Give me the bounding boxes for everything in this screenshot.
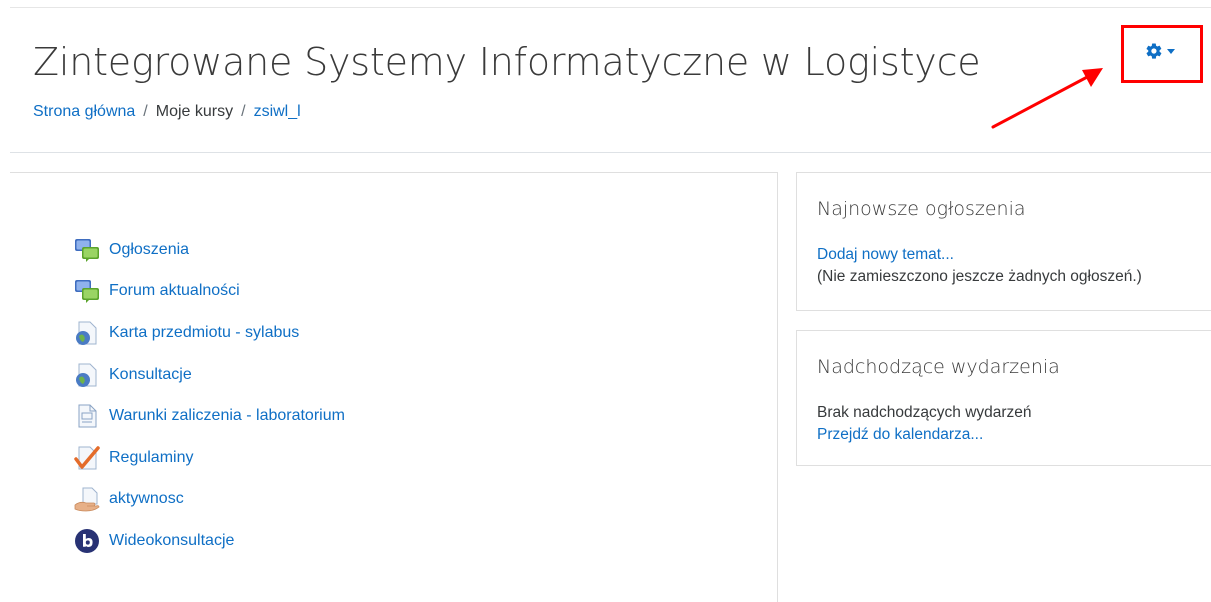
- course-settings-menu-button[interactable]: [1145, 37, 1175, 65]
- activity-link-aktywnosc[interactable]: aktywnosc: [109, 490, 184, 508]
- activity-item: Warunki zaliczenia - laboratorium: [74, 395, 345, 437]
- forum-icon: [74, 237, 100, 263]
- gear-icon: [1146, 43, 1162, 59]
- activity-link-ogloszenia[interactable]: Ogłoszenia: [109, 241, 189, 259]
- news-block: Najnowsze ogłoszenia Dodaj nowy temat...…: [796, 172, 1211, 311]
- activity-list: Ogłoszenia Forum aktualności Karta przed…: [74, 229, 345, 562]
- activity-link-wideokonsultacje[interactable]: Wideokonsultacje: [109, 532, 234, 550]
- activity-link-forum-aktualnosci[interactable]: Forum aktualności: [109, 282, 240, 300]
- activity-item: Konsultacje: [74, 354, 345, 396]
- activity-link-regulaminy[interactable]: Regulaminy: [109, 449, 193, 467]
- url-globe-icon: [74, 362, 100, 388]
- events-empty-text: Brak nadchodzących wydarzeń: [817, 404, 1032, 421]
- activity-link-konsultacje[interactable]: Konsultacje: [109, 366, 192, 384]
- top-divider: [10, 7, 1211, 8]
- assignment-hand-icon: [74, 486, 100, 512]
- upcoming-events-block: Nadchodzące wydarzenia Brak nadchodzącyc…: [796, 330, 1211, 466]
- activity-item: Ogłoszenia: [74, 229, 345, 271]
- breadcrumb: Strona główna / Moje kursy / zsiwl_l: [33, 102, 301, 122]
- activity-item: aktywnosc: [74, 479, 345, 521]
- bigbluebutton-icon: [74, 528, 100, 554]
- breadcrumb-course-link[interactable]: zsiwl_l: [254, 103, 301, 120]
- page-icon: [74, 403, 100, 429]
- header-divider: [10, 152, 1211, 153]
- news-block-title: Najnowsze ogłoszenia: [817, 198, 1026, 220]
- forum-icon: [74, 278, 100, 304]
- breadcrumb-my-courses: Moje kursy: [155, 103, 234, 120]
- news-empty-text: (Nie zamieszczono jeszcze żadnych ogłosz…: [817, 268, 1142, 285]
- activity-item: Forum aktualności: [74, 271, 345, 313]
- go-to-calendar-link[interactable]: Przejdź do kalendarza...: [817, 426, 983, 443]
- activity-item: Karta przedmiotu - sylabus: [74, 312, 345, 354]
- activity-link-warunki-zaliczenia[interactable]: Warunki zaliczenia - laboratorium: [109, 407, 345, 425]
- breadcrumb-separator: /: [143, 103, 148, 120]
- url-globe-icon: [74, 320, 100, 346]
- activity-item: Regulaminy: [74, 437, 345, 479]
- events-block-title: Nadchodzące wydarzenia: [817, 356, 1060, 378]
- add-new-topic-link[interactable]: Dodaj nowy temat...: [817, 246, 954, 263]
- breadcrumb-separator: /: [241, 103, 246, 120]
- chevron-down-icon: [1167, 48, 1175, 54]
- checkmark-icon: [74, 445, 100, 471]
- breadcrumb-home-link[interactable]: Strona główna: [33, 103, 135, 120]
- page-title: Zintegrowane Systemy Informatyczne w Log…: [33, 40, 981, 84]
- activity-link-karta-przedmiotu[interactable]: Karta przedmiotu - sylabus: [109, 324, 299, 342]
- annotation-arrow: [991, 68, 1103, 129]
- activity-item: Wideokonsultacje: [74, 520, 345, 562]
